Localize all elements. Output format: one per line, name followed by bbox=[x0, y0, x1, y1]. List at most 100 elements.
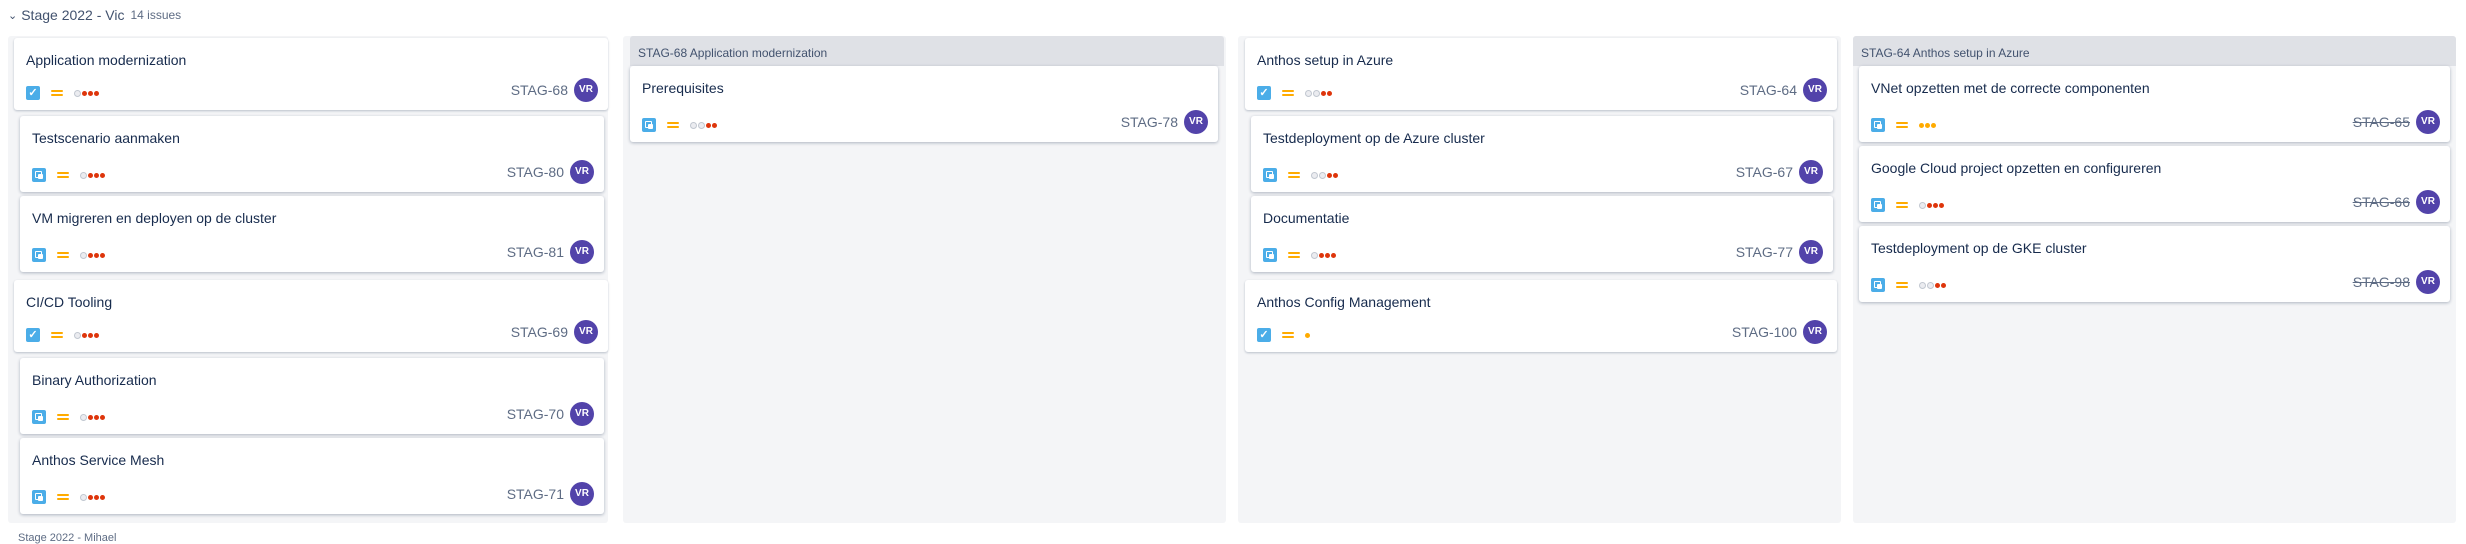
issue-meta bbox=[1263, 248, 1336, 262]
avatar[interactable]: VR bbox=[574, 78, 598, 102]
dot-icon bbox=[94, 172, 99, 178]
estimate-dots bbox=[690, 121, 717, 129]
avatar[interactable]: VR bbox=[1799, 240, 1823, 264]
issue-meta bbox=[1871, 118, 1936, 132]
dot-icon bbox=[94, 90, 99, 96]
avatar[interactable]: VR bbox=[2416, 110, 2440, 134]
issue-key[interactable]: STAG-69 bbox=[511, 324, 568, 340]
priority-medium-icon bbox=[1895, 280, 1909, 290]
issue-card[interactable]: Anthos Service Mesh STAG-71 VR bbox=[20, 438, 604, 514]
dot-icon bbox=[88, 332, 93, 338]
avatar[interactable]: VR bbox=[574, 320, 598, 344]
dot-icon bbox=[1931, 122, 1936, 128]
task-icon: ✓ bbox=[26, 328, 40, 342]
issue-meta bbox=[32, 168, 105, 182]
dot-icon bbox=[690, 121, 697, 129]
subtask-icon bbox=[1871, 118, 1885, 132]
issue-title: CI/CD Tooling bbox=[26, 294, 113, 310]
issue-card[interactable]: CI/CD Tooling ✓ STAG-69 VR bbox=[14, 280, 608, 352]
issue-card[interactable]: Prerequisites STAG-78 VR bbox=[630, 66, 1218, 142]
avatar[interactable]: VR bbox=[570, 402, 594, 426]
priority-medium-icon bbox=[1281, 330, 1295, 340]
issue-meta bbox=[1871, 278, 1946, 292]
issue-key[interactable]: STAG-68 bbox=[511, 82, 568, 98]
dot-icon bbox=[88, 252, 93, 258]
subtask-icon bbox=[642, 118, 656, 132]
dot-icon bbox=[74, 89, 81, 97]
issue-key[interactable]: STAG-81 bbox=[507, 244, 564, 260]
avatar[interactable]: VR bbox=[1799, 160, 1823, 184]
dot-icon bbox=[712, 122, 717, 128]
issue-card[interactable]: Application modernization ✓ STAG-68 VR bbox=[14, 38, 608, 110]
dot-icon bbox=[1331, 252, 1336, 258]
avatar[interactable]: VR bbox=[570, 160, 594, 184]
estimate-dots bbox=[1311, 171, 1338, 179]
issue-key[interactable]: STAG-78 bbox=[1121, 114, 1178, 130]
issue-key[interactable]: STAG-77 bbox=[1736, 244, 1793, 260]
subtask-icon bbox=[32, 248, 46, 262]
avatar[interactable]: VR bbox=[1803, 320, 1827, 344]
dot-icon bbox=[100, 414, 105, 420]
issue-card[interactable]: VM migreren en deployen op de cluster STA… bbox=[20, 196, 604, 272]
issue-card[interactable]: Anthos Config Management ✓ STAG-100 VR bbox=[1245, 280, 1837, 352]
next-swimlane-title[interactable]: Stage 2022 - Mihael bbox=[18, 532, 116, 544]
issue-key[interactable]: STAG-80 bbox=[507, 164, 564, 180]
issue-key[interactable]: STAG-65 bbox=[2353, 114, 2410, 130]
issue-card[interactable]: Testdeployment op de Azure cluster STAG-6… bbox=[1251, 116, 1833, 192]
dot-icon bbox=[88, 90, 93, 96]
dot-icon bbox=[94, 414, 99, 420]
avatar[interactable]: VR bbox=[570, 240, 594, 264]
priority-medium-icon bbox=[1895, 200, 1909, 210]
issue-card[interactable]: Google Cloud project opzetten en configu… bbox=[1859, 146, 2450, 222]
issue-key[interactable]: STAG-66 bbox=[2353, 194, 2410, 210]
priority-medium-icon bbox=[56, 412, 70, 422]
issue-key[interactable]: STAG-71 bbox=[507, 486, 564, 502]
dot-icon bbox=[1941, 282, 1946, 288]
subtask-icon bbox=[1871, 198, 1885, 212]
issue-meta bbox=[1263, 168, 1338, 182]
avatar[interactable]: VR bbox=[570, 482, 594, 506]
avatar[interactable]: VR bbox=[2416, 190, 2440, 214]
issue-meta: ✓ bbox=[1257, 86, 1332, 100]
issue-meta: ✓ bbox=[26, 328, 99, 342]
parent-label[interactable]: STAG-64 Anthos setup in Azure bbox=[1861, 46, 2030, 60]
dot-icon bbox=[88, 414, 93, 420]
issue-meta: ✓ bbox=[1257, 328, 1310, 342]
swimlane-header[interactable]: ⌄ Stage 2022 - Vic 14 issues bbox=[8, 6, 181, 24]
issue-card[interactable]: Binary Authorization STAG-70 VR bbox=[20, 358, 604, 434]
dot-icon bbox=[1311, 171, 1318, 179]
subtask-icon bbox=[1263, 248, 1277, 262]
issue-card[interactable]: Testdeployment op de GKE cluster STAG-98 V… bbox=[1859, 226, 2450, 302]
dot-icon bbox=[94, 332, 99, 338]
issue-key[interactable]: STAG-98 bbox=[2353, 274, 2410, 290]
priority-medium-icon bbox=[1287, 250, 1301, 260]
issue-key[interactable]: STAG-64 bbox=[1740, 82, 1797, 98]
issue-title: Anthos Service Mesh bbox=[32, 452, 165, 468]
estimate-dots bbox=[1305, 332, 1310, 338]
dot-icon bbox=[1321, 90, 1326, 96]
dot-icon bbox=[1327, 172, 1332, 178]
issue-key[interactable]: STAG-100 bbox=[1732, 324, 1797, 340]
subtask-icon bbox=[32, 168, 46, 182]
issue-card[interactable]: VNet opzetten met de correcte componente… bbox=[1859, 66, 2450, 142]
issue-card[interactable]: Anthos setup in Azure ✓ STAG-64 VR bbox=[1245, 38, 1837, 110]
avatar[interactable]: VR bbox=[2416, 270, 2440, 294]
issue-meta: ✓ bbox=[26, 86, 99, 100]
issue-key[interactable]: STAG-70 bbox=[507, 406, 564, 422]
dot-icon bbox=[1325, 252, 1330, 258]
issue-key[interactable]: STAG-67 bbox=[1736, 164, 1793, 180]
dot-icon bbox=[1311, 251, 1318, 259]
parent-header: STAG-68 Application modernization bbox=[630, 36, 1224, 66]
avatar[interactable]: VR bbox=[1803, 78, 1827, 102]
estimate-dots bbox=[1919, 201, 1944, 209]
parent-label[interactable]: STAG-68 Application modernization bbox=[638, 46, 827, 60]
issue-count: 14 issues bbox=[130, 8, 182, 22]
issue-card[interactable]: Documentatie STAG-77 VR bbox=[1251, 196, 1833, 272]
estimate-dots bbox=[80, 413, 105, 421]
issue-meta bbox=[642, 118, 717, 132]
issue-card[interactable]: Testscenario aanmaken STAG-80 VR bbox=[20, 116, 604, 192]
avatar[interactable]: VR bbox=[1184, 110, 1208, 134]
chevron-down-icon[interactable]: ⌄ bbox=[8, 9, 17, 22]
dot-icon bbox=[82, 90, 87, 96]
subtask-icon bbox=[32, 410, 46, 424]
